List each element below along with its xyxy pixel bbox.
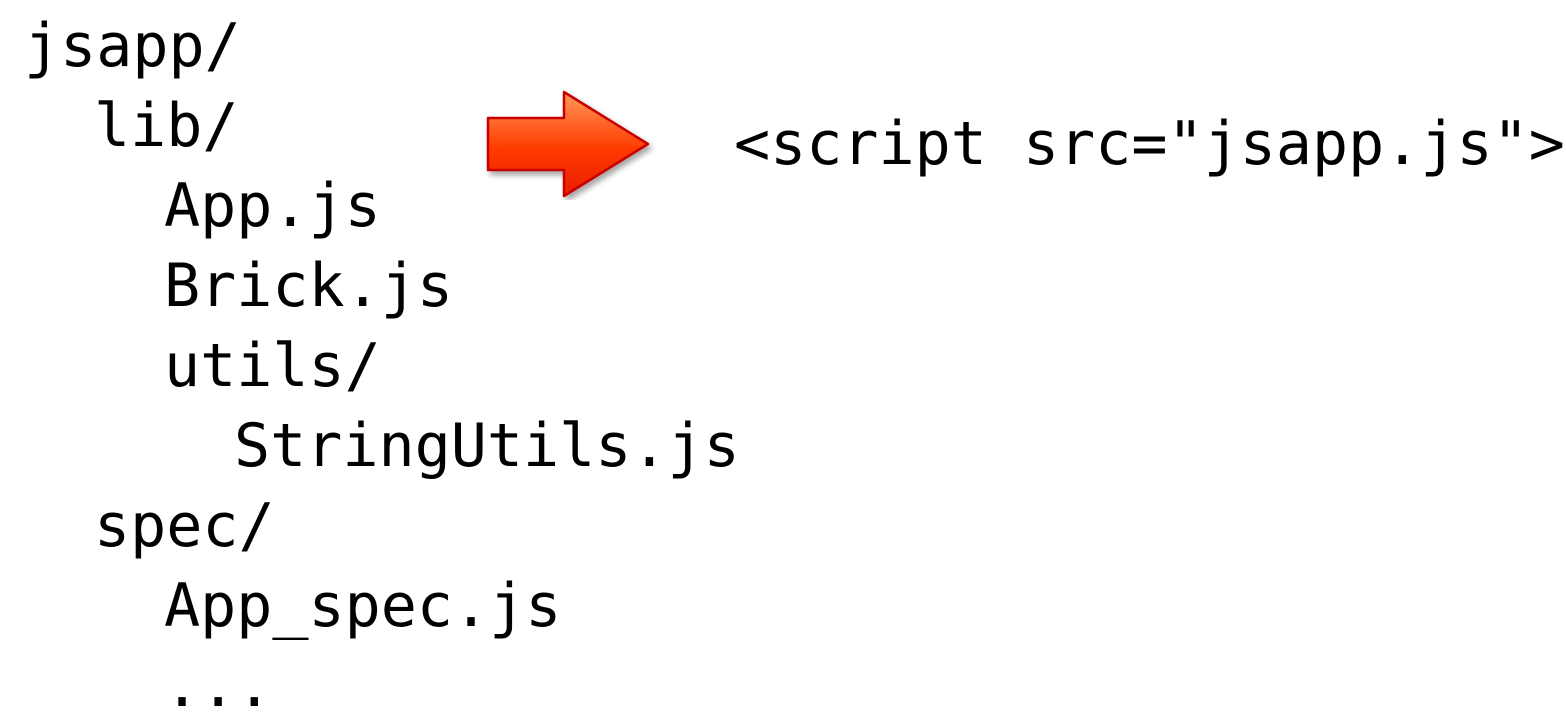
tree-item-ellipsis: ... — [164, 651, 273, 721]
tree-item-jsapp-folder: jsapp/ — [24, 11, 241, 81]
tree-item-app-spec-js: App_spec.js — [164, 571, 562, 641]
tree-item-utils-folder: utils/ — [164, 331, 381, 401]
tree-item-stringutils-js: StringUtils.js — [234, 411, 740, 481]
tree-item-brick-js: Brick.js — [164, 251, 453, 321]
tree-item-app-js: App.js — [164, 171, 381, 241]
tree-item-spec-folder: spec/ — [94, 491, 275, 561]
right-arrow-icon — [484, 88, 656, 200]
tree-item-lib-folder: lib/ — [94, 91, 239, 161]
script-tag-text: <script src="jsapp.js"> — [734, 109, 1565, 179]
